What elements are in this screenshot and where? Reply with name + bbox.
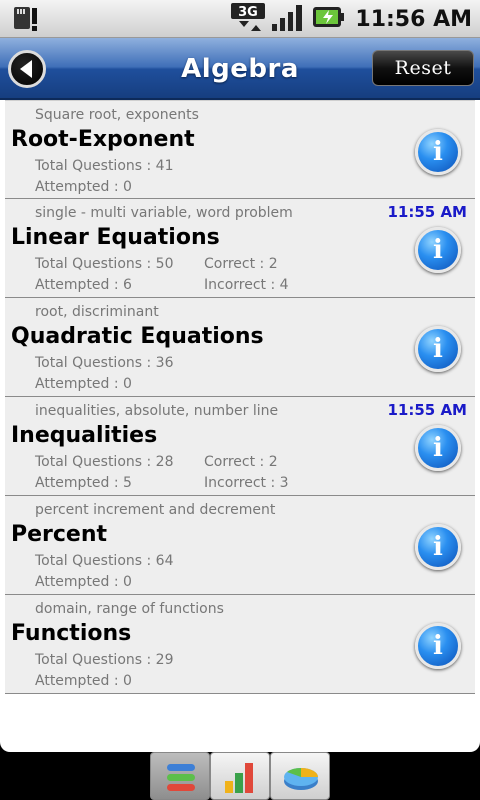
correct-count: Correct : 2	[204, 454, 278, 470]
tab-bar-chart[interactable]	[210, 752, 270, 800]
list-item-quadratic-equations[interactable]: root, discriminant Quadratic Equations T…	[5, 298, 475, 397]
attempted-count: Attempted : 6	[35, 277, 132, 293]
info-button[interactable]: i	[415, 227, 461, 273]
tab-pie-chart[interactable]	[270, 752, 330, 800]
svg-text:3G: 3G	[239, 5, 259, 20]
info-icon: i	[433, 334, 443, 364]
tab-list[interactable]	[150, 752, 210, 800]
topic-name: Percent	[11, 522, 108, 547]
info-icon: i	[433, 433, 443, 463]
total-questions: Total Questions : 41	[35, 158, 174, 174]
attempted-count: Attempted : 0	[35, 179, 132, 195]
title-bar: Algebra Reset	[0, 38, 480, 100]
topic-subtitle: Square root, exponents	[35, 107, 199, 123]
list-item-percent[interactable]: percent increment and decrement Percent …	[5, 496, 475, 595]
total-questions: Total Questions : 29	[35, 652, 174, 668]
status-bar: 3G 11:56 AM	[0, 0, 480, 38]
correct-count: Correct : 2	[204, 256, 278, 272]
topic-subtitle: inequalities, absolute, number line	[35, 403, 279, 419]
info-button[interactable]: i	[415, 129, 461, 175]
topic-name: Linear Equations	[11, 225, 220, 250]
total-questions: Total Questions : 28	[35, 454, 174, 470]
list-icon	[167, 764, 195, 791]
topic-subtitle: single - multi variable, word problem	[35, 205, 293, 221]
list-item-functions[interactable]: domain, range of functions Functions Tot…	[5, 595, 475, 694]
info-icon: i	[433, 235, 443, 265]
total-questions: Total Questions : 50	[35, 256, 174, 272]
attempted-count: Attempted : 0	[35, 673, 132, 689]
incorrect-count: Incorrect : 3	[204, 475, 289, 491]
attempted-count: Attempted : 5	[35, 475, 132, 491]
battery-charging-icon	[311, 5, 345, 33]
total-questions: Total Questions : 64	[35, 553, 174, 569]
list-item-inequalities[interactable]: inequalities, absolute, number line 11:5…	[5, 397, 475, 496]
topic-name: Quadratic Equations	[11, 324, 264, 349]
topic-list: Square root, exponents Root-Exponent Tot…	[0, 100, 480, 752]
last-attempt-time: 11:55 AM	[387, 203, 467, 221]
topic-name: Inequalities	[11, 423, 158, 448]
list-item-linear-equations[interactable]: single - multi variable, word problem 11…	[5, 199, 475, 298]
total-questions: Total Questions : 36	[35, 355, 174, 371]
info-button[interactable]: i	[415, 524, 461, 570]
info-icon: i	[433, 137, 443, 167]
pie-chart-icon	[284, 768, 318, 790]
info-icon: i	[433, 631, 443, 661]
attempted-count: Attempted : 0	[35, 376, 132, 392]
topic-subtitle: domain, range of functions	[35, 601, 224, 617]
topic-subtitle: percent increment and decrement	[35, 502, 276, 518]
incorrect-count: Incorrect : 4	[204, 277, 289, 293]
topic-subtitle: root, discriminant	[35, 304, 159, 320]
bar-chart-icon	[225, 763, 253, 793]
list-item-root-exponent[interactable]: Square root, exponents Root-Exponent Tot…	[5, 100, 475, 199]
topic-name: Root-Exponent	[11, 127, 195, 152]
info-icon: i	[433, 532, 443, 562]
info-button[interactable]: i	[415, 623, 461, 669]
status-time: 11:56 AM	[355, 6, 472, 32]
bottom-tab-bar	[0, 752, 480, 800]
topic-name: Functions	[11, 621, 132, 646]
reset-button[interactable]: Reset	[372, 50, 474, 86]
signal-strength-icon	[271, 2, 305, 36]
attempted-count: Attempted : 0	[35, 574, 132, 590]
sd-card-warning-icon	[10, 4, 44, 34]
last-attempt-time: 11:55 AM	[387, 401, 467, 419]
info-button[interactable]: i	[415, 425, 461, 471]
network-3g-icon: 3G	[231, 1, 266, 37]
info-button[interactable]: i	[415, 326, 461, 372]
